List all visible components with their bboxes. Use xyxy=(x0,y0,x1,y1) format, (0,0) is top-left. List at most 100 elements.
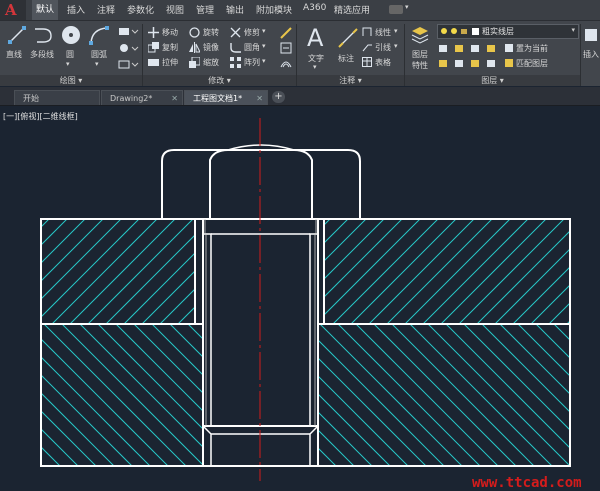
scale-icon[interactable] xyxy=(189,57,200,68)
hatch-line xyxy=(512,324,600,466)
tab-insert[interactable]: 插入 xyxy=(67,3,85,16)
hatch-line xyxy=(394,219,499,324)
hatch-line xyxy=(0,324,138,466)
array-icon[interactable] xyxy=(230,57,241,68)
layers-panel-title[interactable]: 图层 ▾ xyxy=(405,75,580,86)
layer-properties-icon[interactable] xyxy=(410,26,430,44)
leader-label[interactable]: 引线 xyxy=(375,42,391,53)
arc-label[interactable]: 圆弧 xyxy=(91,49,107,60)
tab-a360[interactable]: A360 xyxy=(303,3,326,13)
move-icon[interactable] xyxy=(148,27,159,38)
hatch-line xyxy=(448,219,553,324)
layer-properties-label-2[interactable]: 特性 xyxy=(412,60,428,71)
trim-icon[interactable] xyxy=(230,27,241,38)
hatch-line xyxy=(494,248,570,324)
layer-dropdown[interactable]: 粗实线层 ▾ xyxy=(437,24,579,39)
copy-icon[interactable] xyxy=(148,42,159,53)
make-current-icon[interactable] xyxy=(504,43,514,53)
explode-icon[interactable] xyxy=(280,42,292,54)
menu-dropdown-icon[interactable]: ▾ xyxy=(405,3,409,11)
tab-manage[interactable]: 管理 xyxy=(196,3,214,16)
match-layer-label[interactable]: 匹配图层 xyxy=(516,58,548,69)
table-label[interactable]: 表格 xyxy=(375,57,391,68)
text-dropdown-icon[interactable]: ▾ xyxy=(313,63,317,71)
fillet-icon[interactable] xyxy=(230,42,241,53)
linear-label[interactable]: 线性 xyxy=(375,27,391,38)
draw-panel-title[interactable]: 绘图 ▾ xyxy=(0,75,142,86)
polyline-label[interactable]: 多段线 xyxy=(30,49,54,60)
circle-label[interactable]: 圆 xyxy=(66,49,74,60)
tab-addins[interactable]: 附加模块 xyxy=(256,3,292,16)
tab-output[interactable]: 输出 xyxy=(226,3,244,16)
hatch-line xyxy=(572,324,600,466)
modify-panel-title[interactable]: 修改 ▾ xyxy=(143,75,296,86)
layer-tools-row-2-icon[interactable] xyxy=(438,58,504,69)
close-icon[interactable]: ✕ xyxy=(256,91,263,106)
hatch-line xyxy=(68,324,210,466)
hatch-line xyxy=(318,465,319,466)
line-icon[interactable] xyxy=(7,25,27,45)
hatch-line xyxy=(122,324,264,466)
trim-label[interactable]: 修剪 xyxy=(244,27,260,38)
rotate-icon[interactable] xyxy=(189,27,200,38)
hatch-line xyxy=(458,219,565,324)
draw-small-tools-icon[interactable] xyxy=(117,26,139,74)
application-menu-button[interactable]: A xyxy=(0,0,26,20)
tab-annotate[interactable]: 注释 xyxy=(97,3,115,16)
tab-parametric[interactable]: 参数化 xyxy=(127,3,154,16)
arc-dropdown-icon[interactable]: ▾ xyxy=(95,60,99,68)
hatch-line xyxy=(466,219,571,324)
make-current-label[interactable]: 置为当前 xyxy=(516,43,548,54)
layer-tools-row-1-icon[interactable] xyxy=(438,43,504,54)
fillet-dropdown-icon[interactable]: ▾ xyxy=(262,42,266,50)
dimension-label[interactable]: 标注 xyxy=(338,53,354,64)
tab-view[interactable]: 视图 xyxy=(166,3,184,16)
close-icon[interactable]: ✕ xyxy=(171,91,178,106)
stretch-label[interactable]: 拉伸 xyxy=(162,57,178,68)
hatch-line xyxy=(314,324,456,466)
tab-default[interactable]: 默认 xyxy=(32,0,59,20)
layer-properties-label-1[interactable]: 图层 xyxy=(412,49,428,60)
line-label[interactable]: 直线 xyxy=(6,49,22,60)
tab-featured-apps[interactable]: 精选应用 xyxy=(334,3,370,16)
leader-dropdown-icon[interactable]: ▾ xyxy=(394,42,398,50)
trim-dropdown-icon[interactable]: ▾ xyxy=(262,27,266,35)
tab-engineering-doc[interactable]: 工程图文档1* ✕ xyxy=(184,90,268,105)
autocad-logo-icon: A xyxy=(5,1,17,19)
erase-icon[interactable] xyxy=(280,27,292,39)
workspace-toggle-icon[interactable] xyxy=(389,5,403,14)
match-layer-icon[interactable] xyxy=(504,58,514,68)
svg-text:A: A xyxy=(307,24,324,50)
polyline-icon[interactable] xyxy=(33,25,55,45)
array-dropdown-icon[interactable]: ▾ xyxy=(262,57,266,65)
mirror-icon[interactable] xyxy=(189,42,200,53)
hatch-line xyxy=(51,219,158,324)
array-label[interactable]: 阵列 xyxy=(244,57,260,68)
offset-icon[interactable] xyxy=(280,57,292,69)
scale-label[interactable]: 缩放 xyxy=(203,57,219,68)
hatch-line xyxy=(422,219,529,324)
dimension-icon[interactable] xyxy=(337,27,359,49)
mirror-label[interactable]: 镜像 xyxy=(203,42,219,53)
text-icon[interactable]: A xyxy=(305,24,329,50)
arc-icon[interactable] xyxy=(88,25,110,45)
insert-label[interactable]: 插入 xyxy=(583,49,599,60)
stretch-icon[interactable] xyxy=(148,57,159,68)
copy-label[interactable]: 复制 xyxy=(162,42,178,53)
table-icon[interactable] xyxy=(362,57,372,67)
linear-icon[interactable] xyxy=(362,27,372,37)
fillet-label[interactable]: 圆角 xyxy=(244,42,260,53)
drawing-canvas[interactable] xyxy=(0,106,600,491)
tab-drawing2[interactable]: Drawing2* ✕ xyxy=(101,90,183,105)
annotation-panel-title[interactable]: 注释 ▾ xyxy=(297,75,404,86)
circle-icon[interactable] xyxy=(60,24,82,46)
hatch-line xyxy=(41,219,86,264)
move-label[interactable]: 移动 xyxy=(162,27,178,38)
rotate-label[interactable]: 旋转 xyxy=(203,27,219,38)
tab-start[interactable]: 开始 xyxy=(14,90,100,105)
new-tab-button[interactable]: + xyxy=(272,91,285,103)
circle-dropdown-icon[interactable]: ▾ xyxy=(66,60,70,68)
leader-icon[interactable] xyxy=(362,42,372,52)
insert-block-icon[interactable] xyxy=(584,26,600,44)
linear-dropdown-icon[interactable]: ▾ xyxy=(394,27,398,35)
